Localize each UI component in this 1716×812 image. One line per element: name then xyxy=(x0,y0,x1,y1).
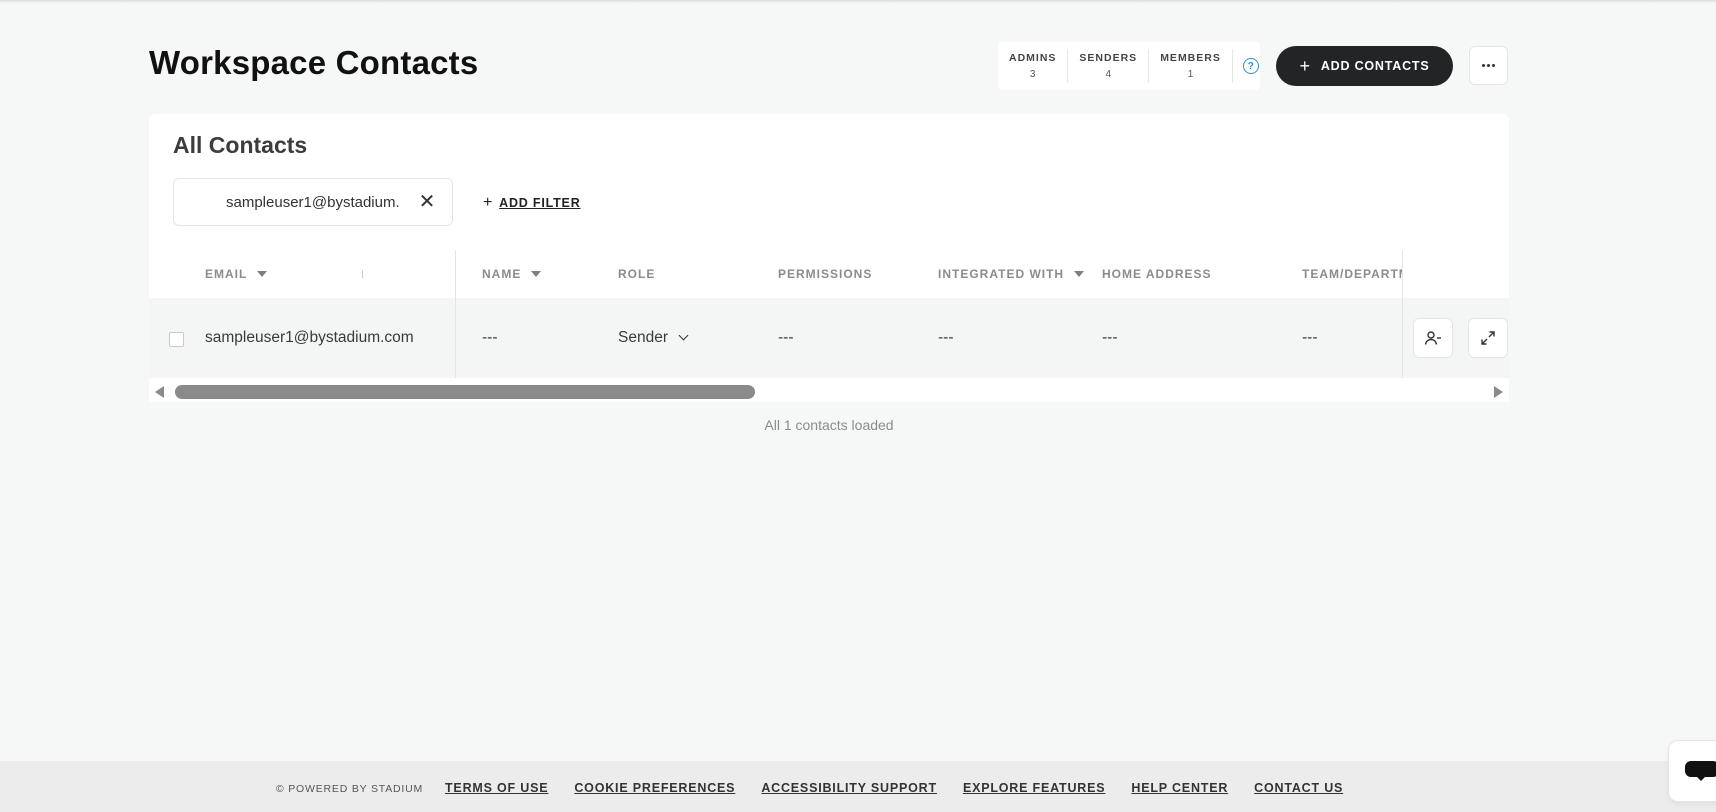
scroll-right-arrow-icon[interactable] xyxy=(1494,386,1503,398)
column-header-email[interactable]: EMAIL xyxy=(205,250,268,298)
pinned-column-divider xyxy=(1402,250,1403,378)
close-icon[interactable]: ✕ xyxy=(418,192,436,212)
add-filter-button[interactable]: + ADD FILTER xyxy=(483,194,581,212)
more-options-button[interactable] xyxy=(1469,46,1508,85)
footer-link-terms[interactable]: TERMS OF USE xyxy=(445,781,548,795)
add-filter-label: ADD FILTER xyxy=(499,196,581,210)
stat-members: MEMBERS 1 xyxy=(1149,49,1233,83)
remove-contact-button[interactable] xyxy=(1413,318,1453,358)
expand-contact-button[interactable] xyxy=(1468,318,1508,358)
chat-widget-button[interactable] xyxy=(1668,740,1716,802)
powered-by: © POWERED BY STADIUM xyxy=(276,783,424,795)
sort-down-icon[interactable] xyxy=(257,271,268,277)
cell-home-address: --- xyxy=(1102,329,1118,346)
plus-icon: + xyxy=(483,194,494,211)
stat-value: 4 xyxy=(1105,69,1112,80)
pinned-column-divider xyxy=(455,250,456,378)
column-header-name[interactable]: NAME xyxy=(482,250,542,298)
footer-link-accessibility[interactable]: ACCESSIBILITY SUPPORT xyxy=(761,781,937,795)
column-label: ROLE xyxy=(618,267,656,281)
column-resize-handle[interactable] xyxy=(362,270,363,278)
stat-admins: ADMINS 3 xyxy=(998,49,1069,83)
stat-value: 1 xyxy=(1187,69,1194,80)
column-label: INTEGRATED WITH xyxy=(938,267,1065,281)
add-contacts-label: ADD CONTACTS xyxy=(1320,59,1430,73)
footer-link-explore[interactable]: EXPLORE FEATURES xyxy=(963,781,1105,795)
actions-header xyxy=(1403,250,1509,298)
footer: © POWERED BY STADIUM TERMS OF USE COOKIE… xyxy=(0,761,1716,812)
add-contacts-button[interactable]: + ADD CONTACTS xyxy=(1276,46,1453,86)
ellipsis-icon xyxy=(1482,64,1485,67)
cell-integrated-with: --- xyxy=(938,329,954,346)
column-label: NAME xyxy=(482,267,522,281)
ellipsis-icon xyxy=(1487,64,1490,67)
column-header-integrated-with[interactable]: INTEGRATED WITH xyxy=(938,250,1085,298)
stat-senders: SENDERS 4 xyxy=(1068,49,1150,83)
cell-permissions: --- xyxy=(778,329,794,346)
role-stats: ADMINS 3 SENDERS 4 MEMBERS 1 ? xyxy=(998,42,1260,90)
loaded-status: All 1 contacts loaded xyxy=(764,417,894,433)
row-checkbox[interactable] xyxy=(169,332,184,347)
plus-icon: + xyxy=(1299,56,1311,76)
column-header-home-address[interactable]: HOME ADDRESS xyxy=(1102,250,1212,298)
chat-bubble-tail xyxy=(1695,775,1707,781)
stat-label: SENDERS xyxy=(1079,52,1138,64)
filter-value: sampleuser1@bystadium. xyxy=(226,193,400,211)
cell-name: --- xyxy=(482,329,498,346)
role-select[interactable]: Sender xyxy=(618,298,689,378)
cell-email: sampleuser1@bystadium.com xyxy=(205,329,414,346)
column-header-role[interactable]: ROLE xyxy=(618,250,655,298)
card-title: All Contacts xyxy=(173,132,308,158)
footer-link-help[interactable]: HELP CENTER xyxy=(1131,781,1228,795)
footer-links: TERMS OF USE COOKIE PREFERENCES ACCESSIB… xyxy=(445,781,1343,795)
column-header-permissions[interactable]: PERMISSIONS xyxy=(778,250,872,298)
horizontal-scrollbar[interactable] xyxy=(149,382,1509,402)
top-shadow xyxy=(0,0,1716,3)
column-label: HOME ADDRESS xyxy=(1102,267,1212,281)
ellipsis-icon xyxy=(1492,64,1495,67)
footer-link-cookies[interactable]: COOKIE PREFERENCES xyxy=(574,781,735,795)
stat-label: ADMINS xyxy=(1009,52,1057,64)
column-label: TEAM/DEPARTM xyxy=(1302,267,1402,281)
question-circle-icon[interactable]: ? xyxy=(1242,58,1259,74)
user-minus-icon xyxy=(1424,331,1441,345)
all-contacts-card: All Contacts sampleuser1@bystadium. ✕ + … xyxy=(149,114,1509,402)
sort-down-icon[interactable] xyxy=(1074,271,1085,277)
cell-team: --- xyxy=(1302,329,1318,346)
column-header-team[interactable]: TEAM/DEPARTM xyxy=(1302,250,1402,298)
column-label: EMAIL xyxy=(205,267,248,281)
footer-link-contact[interactable]: CONTACT US xyxy=(1254,781,1343,795)
chevron-down-icon xyxy=(678,330,689,341)
stat-value: 3 xyxy=(1029,69,1036,80)
expand-icon xyxy=(1481,331,1495,345)
page-title: Workspace Contacts xyxy=(149,44,479,81)
role-value: Sender xyxy=(618,329,668,346)
email-filter-chip[interactable]: sampleuser1@bystadium. ✕ xyxy=(173,178,453,226)
scroll-left-arrow-icon[interactable] xyxy=(155,386,164,398)
stat-label: MEMBERS xyxy=(1160,52,1221,64)
column-label: PERMISSIONS xyxy=(778,267,873,281)
sort-down-icon[interactable] xyxy=(531,271,542,277)
scrollbar-thumb[interactable] xyxy=(175,385,755,399)
